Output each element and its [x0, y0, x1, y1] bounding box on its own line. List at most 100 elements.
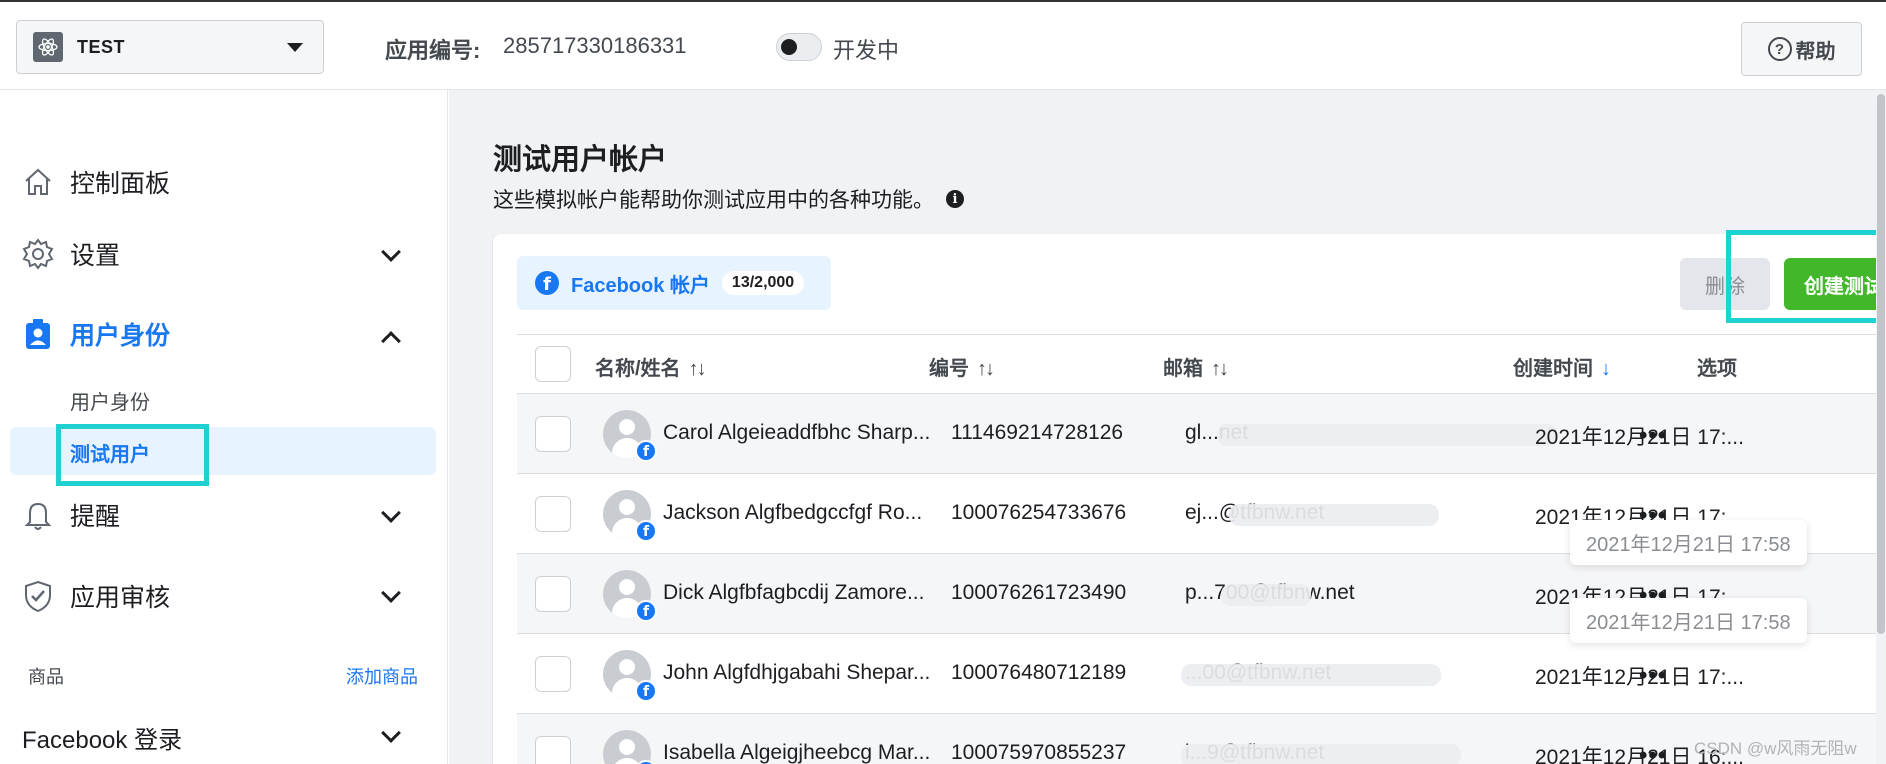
sidebar-item-label: 控制面板	[70, 170, 171, 198]
sort-icon: ↑↓	[688, 358, 707, 380]
sort-icon: ↑↓	[977, 358, 995, 380]
row-checkbox[interactable]	[535, 656, 571, 692]
help-button[interactable]: ? 帮助	[1741, 22, 1862, 76]
timestamp-tooltip: 2021年12月21日 17:58	[1570, 520, 1807, 565]
more-options-icon[interactable]: •••	[1639, 422, 1667, 450]
caret-down-icon	[287, 43, 303, 52]
table-header: 名称/姓名 ↑↓ 编号 ↑↓ 邮箱 ↑↓ 创建时间 ↓ 选项	[517, 334, 1886, 394]
column-label: 名称/姓名	[595, 358, 681, 380]
user-id: 100076480712189	[951, 661, 1127, 684]
sidebar-item-app-review[interactable]: 应用审核	[20, 578, 170, 614]
react-app-icon	[33, 32, 63, 62]
user-id: 100076261723490	[951, 581, 1127, 604]
app-selector[interactable]: TEST	[16, 20, 324, 74]
sidebar: 控制面板 设置 用户身份 用户身份 测试用户 提醒 应用审核 商品 添加商品 F…	[0, 90, 448, 764]
sidebar-item-label: Facebook 登录	[22, 727, 183, 754]
scrollbar[interactable]	[1876, 90, 1886, 764]
user-name[interactable]: Isabella Algeigjheebcg Mar...	[663, 741, 945, 764]
app-mode-label: 开发中	[833, 38, 900, 63]
row-checkbox[interactable]	[535, 736, 571, 764]
sidebar-item-roles[interactable]: 用户身份	[20, 316, 170, 352]
user-id: 100075970855237	[951, 741, 1127, 764]
account-count-badge: 13/2,000	[721, 271, 805, 295]
user-name[interactable]: John Algfdhjgabahi Shepar...	[663, 661, 945, 685]
column-header-name[interactable]: 名称/姓名 ↑↓	[595, 352, 707, 381]
sidebar-item-label: 用户身份	[70, 322, 171, 350]
products-section-label: 商品	[28, 667, 64, 687]
user-name[interactable]: Carol Algeieaddfbhc Sharp...	[663, 421, 945, 445]
user-name[interactable]: Dick Algfbfagbcdij Zamore...	[663, 581, 945, 605]
table-row[interactable]: f Carol Algeieaddfbhc Sharp... 11146921472…	[517, 394, 1886, 474]
avatar	[603, 730, 651, 764]
more-options-icon[interactable]: •••	[1639, 742, 1667, 764]
chevron-down-icon[interactable]	[381, 242, 401, 262]
facebook-badge-icon: f	[635, 600, 657, 622]
help-label: 帮助	[1795, 40, 1836, 63]
row-checkbox[interactable]	[535, 576, 571, 612]
facebook-badge-icon: f	[635, 440, 657, 462]
column-header-email[interactable]: 邮箱 ↑↓	[1163, 352, 1229, 381]
tab-facebook-accounts[interactable]: f Facebook 帐户 13/2,000	[517, 256, 831, 310]
top-bar: TEST 应用编号: 285717330186331 开发中 ? 帮助	[0, 0, 1886, 90]
home-icon	[20, 164, 56, 200]
scrollbar-thumb[interactable]	[1877, 94, 1885, 634]
column-header-id[interactable]: 编号 ↑↓	[929, 352, 995, 381]
sort-desc-icon: ↓	[1601, 358, 1611, 380]
column-label: 编号	[929, 358, 969, 380]
sidebar-subitem-roles[interactable]: 用户身份	[70, 386, 150, 415]
redaction-mask	[1221, 584, 1311, 606]
toggle-knob	[781, 39, 797, 55]
sidebar-item-label: 设置	[70, 242, 121, 270]
chevron-down-icon[interactable]	[381, 583, 401, 603]
redaction-mask	[1181, 664, 1441, 686]
more-options-icon[interactable]: •••	[1639, 662, 1667, 690]
column-label: 创建时间	[1513, 358, 1593, 380]
column-header-created[interactable]: 创建时间 ↓	[1513, 352, 1611, 381]
sidebar-item-settings[interactable]: 设置	[20, 236, 120, 272]
add-product-link[interactable]: 添加商品	[346, 663, 418, 689]
sort-icon: ↑↓	[1211, 358, 1229, 380]
sidebar-item-label: 应用审核	[70, 584, 171, 612]
user-name[interactable]: Jackson Algfbedgccfgf Ro...	[663, 501, 945, 525]
highlight-box	[1726, 230, 1886, 323]
redaction-mask	[1181, 744, 1461, 764]
highlight-box	[56, 424, 209, 486]
bell-icon	[20, 497, 56, 533]
row-checkbox[interactable]	[535, 496, 571, 532]
test-users-card: f Facebook 帐户 13/2,000 删除 创建测试用户 名称/姓名↑↓…	[493, 234, 1886, 764]
redaction-mask	[1229, 504, 1439, 526]
app-name: TEST	[77, 36, 126, 57]
table-row[interactable]: f John Algfdhjgabahi Shepar... 10007648071…	[517, 634, 1886, 714]
column-header-options: 选项	[1697, 358, 1737, 380]
facebook-badge-icon: f	[635, 680, 657, 702]
sidebar-item-label: 提醒	[70, 503, 121, 531]
sidebar-item-dashboard[interactable]: 控制面板	[20, 164, 170, 200]
app-mode-toggle[interactable]	[776, 33, 822, 61]
row-checkbox[interactable]	[535, 416, 571, 452]
chevron-up-icon[interactable]	[381, 331, 401, 351]
app-id-label: 应用编号:	[385, 38, 481, 63]
sidebar-item-facebook-login[interactable]: Facebook 登录	[22, 720, 182, 755]
chevron-down-icon[interactable]	[381, 503, 401, 523]
column-label: 邮箱	[1163, 358, 1203, 380]
app-id-value: 285717330186331	[503, 33, 687, 58]
table-row[interactable]: fIsabella Algeigjheebcg Mar...1000759708…	[517, 714, 1886, 764]
info-icon[interactable]: i	[946, 190, 964, 208]
description-text: 这些模拟帐户能帮助你测试应用中的各种功能。	[493, 189, 934, 212]
select-all-checkbox[interactable]	[535, 346, 571, 382]
sidebar-item-alerts[interactable]: 提醒	[20, 497, 120, 533]
question-icon: ?	[1767, 37, 1792, 61]
tab-label: Facebook 帐户	[571, 274, 710, 297]
page-description: 这些模拟帐户能帮助你测试应用中的各种功能。 i	[493, 184, 964, 214]
facebook-badge-icon: f	[635, 520, 657, 542]
user-id: 111469214728126	[951, 421, 1124, 444]
main-content: 测试用户帐户 这些模拟帐户能帮助你测试应用中的各种功能。 i f Faceboo…	[449, 90, 1886, 764]
redaction-mask	[1217, 424, 1557, 446]
gear-icon	[20, 236, 56, 272]
page-title: 测试用户帐户	[493, 144, 668, 176]
shield-check-icon	[20, 578, 56, 614]
watermark: CSDN @w风雨无阻w	[1694, 739, 1857, 758]
timestamp-tooltip: 2021年12月21日 17:58	[1570, 598, 1807, 643]
chevron-down-icon[interactable]	[381, 723, 401, 743]
user-badge-icon	[20, 316, 56, 352]
